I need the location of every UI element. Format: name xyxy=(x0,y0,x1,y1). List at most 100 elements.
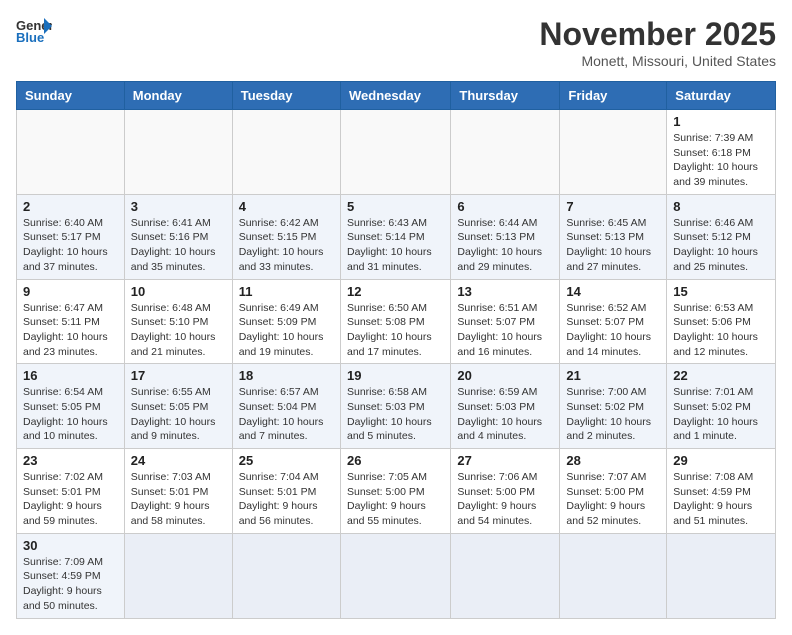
calendar-cell xyxy=(17,110,125,195)
location-title: Monett, Missouri, United States xyxy=(539,53,776,69)
weekday-header-monday: Monday xyxy=(124,82,232,110)
logo: General Blue xyxy=(16,16,52,44)
day-info: Sunrise: 6:57 AM Sunset: 5:04 PM Dayligh… xyxy=(239,385,334,444)
day-info: Sunrise: 7:08 AM Sunset: 4:59 PM Dayligh… xyxy=(673,470,769,529)
day-info: Sunrise: 6:44 AM Sunset: 5:13 PM Dayligh… xyxy=(457,216,553,275)
day-info: Sunrise: 6:43 AM Sunset: 5:14 PM Dayligh… xyxy=(347,216,444,275)
day-number: 6 xyxy=(457,199,553,214)
calendar-cell: 20 Sunrise: 6:59 AM Sunset: 5:03 PM Dayli… xyxy=(451,364,560,449)
day-info: Sunrise: 6:47 AM Sunset: 5:11 PM Dayligh… xyxy=(23,301,118,360)
calendar-cell: 28 Sunrise: 7:07 AM Sunset: 5:00 PM Dayli… xyxy=(560,449,667,534)
weekday-header-row: SundayMondayTuesdayWednesdayThursdayFrid… xyxy=(17,82,776,110)
day-number: 10 xyxy=(131,284,226,299)
day-number: 8 xyxy=(673,199,769,214)
day-number: 24 xyxy=(131,453,226,468)
calendar-cell: 26Sunrise: 7:05 AM Sunset: 5:00 PM Dayli… xyxy=(340,449,450,534)
weekday-header-tuesday: Tuesday xyxy=(232,82,340,110)
day-number: 11 xyxy=(239,284,334,299)
day-info: Sunrise: 6:40 AM Sunset: 5:17 PM Dayligh… xyxy=(23,216,118,275)
day-info: Sunrise: 6:46 AM Sunset: 5:12 PM Dayligh… xyxy=(673,216,769,275)
day-number: 17 xyxy=(131,368,226,383)
calendar-cell: 27 Sunrise: 7:06 AM Sunset: 5:00 PM Dayli… xyxy=(451,449,560,534)
day-number: 16 xyxy=(23,368,118,383)
calendar-week-row: 2 Sunrise: 6:40 AM Sunset: 5:17 PM Daylig… xyxy=(17,194,776,279)
day-number: 20 xyxy=(457,368,553,383)
day-number: 5 xyxy=(347,199,444,214)
day-info: Sunrise: 6:58 AM Sunset: 5:03 PM Dayligh… xyxy=(347,385,444,444)
day-info: Sunrise: 6:53 AM Sunset: 5:06 PM Dayligh… xyxy=(673,301,769,360)
calendar-cell xyxy=(340,110,450,195)
day-number: 3 xyxy=(131,199,226,214)
calendar-cell: 7 Sunrise: 6:45 AM Sunset: 5:13 PM Daylig… xyxy=(560,194,667,279)
calendar-table: SundayMondayTuesdayWednesdayThursdayFrid… xyxy=(16,81,776,619)
day-number: 13 xyxy=(457,284,553,299)
calendar-cell: 29 Sunrise: 7:08 AM Sunset: 4:59 PM Dayli… xyxy=(667,449,776,534)
day-number: 30 xyxy=(23,538,118,553)
calendar-cell: 3 Sunrise: 6:41 AM Sunset: 5:16 PM Daylig… xyxy=(124,194,232,279)
calendar-cell xyxy=(124,533,232,618)
calendar-cell: 30 Sunrise: 7:09 AM Sunset: 4:59 PM Dayli… xyxy=(17,533,125,618)
day-info: Sunrise: 7:03 AM Sunset: 5:01 PM Dayligh… xyxy=(131,470,226,529)
day-info: Sunrise: 6:45 AM Sunset: 5:13 PM Dayligh… xyxy=(566,216,660,275)
day-number: 27 xyxy=(457,453,553,468)
calendar-cell: 18Sunrise: 6:57 AM Sunset: 5:04 PM Dayli… xyxy=(232,364,340,449)
day-info: Sunrise: 7:06 AM Sunset: 5:00 PM Dayligh… xyxy=(457,470,553,529)
calendar-cell: 14Sunrise: 6:52 AM Sunset: 5:07 PM Dayli… xyxy=(560,279,667,364)
day-info: Sunrise: 6:59 AM Sunset: 5:03 PM Dayligh… xyxy=(457,385,553,444)
day-number: 9 xyxy=(23,284,118,299)
calendar-cell: 16Sunrise: 6:54 AM Sunset: 5:05 PM Dayli… xyxy=(17,364,125,449)
calendar-week-row: 30 Sunrise: 7:09 AM Sunset: 4:59 PM Dayli… xyxy=(17,533,776,618)
logo-svg: General Blue xyxy=(16,16,52,44)
day-number: 4 xyxy=(239,199,334,214)
day-info: Sunrise: 6:41 AM Sunset: 5:16 PM Dayligh… xyxy=(131,216,226,275)
header: General Blue November 2025 Monett, Misso… xyxy=(16,16,776,69)
calendar-cell: 12Sunrise: 6:50 AM Sunset: 5:08 PM Dayli… xyxy=(340,279,450,364)
day-info: Sunrise: 7:39 AM Sunset: 6:18 PM Dayligh… xyxy=(673,131,769,190)
calendar-cell: 25 Sunrise: 7:04 AM Sunset: 5:01 PM Dayli… xyxy=(232,449,340,534)
calendar-cell: 11Sunrise: 6:49 AM Sunset: 5:09 PM Dayli… xyxy=(232,279,340,364)
calendar-cell: 24 Sunrise: 7:03 AM Sunset: 5:01 PM Dayli… xyxy=(124,449,232,534)
day-info: Sunrise: 7:01 AM Sunset: 5:02 PM Dayligh… xyxy=(673,385,769,444)
day-info: Sunrise: 7:00 AM Sunset: 5:02 PM Dayligh… xyxy=(566,385,660,444)
day-info: Sunrise: 7:09 AM Sunset: 4:59 PM Dayligh… xyxy=(23,555,118,614)
month-title: November 2025 xyxy=(539,16,776,53)
day-info: Sunrise: 7:04 AM Sunset: 5:01 PM Dayligh… xyxy=(239,470,334,529)
day-number: 25 xyxy=(239,453,334,468)
calendar-cell xyxy=(451,533,560,618)
svg-text:Blue: Blue xyxy=(16,30,44,44)
calendar-week-row: 9 Sunrise: 6:47 AM Sunset: 5:11 PM Daylig… xyxy=(17,279,776,364)
calendar-cell: 21 Sunrise: 7:00 AM Sunset: 5:02 PM Dayli… xyxy=(560,364,667,449)
day-info: Sunrise: 7:05 AM Sunset: 5:00 PM Dayligh… xyxy=(347,470,444,529)
weekday-header-friday: Friday xyxy=(560,82,667,110)
day-number: 15 xyxy=(673,284,769,299)
calendar-cell xyxy=(340,533,450,618)
weekday-header-sunday: Sunday xyxy=(17,82,125,110)
calendar-cell: 6 Sunrise: 6:44 AM Sunset: 5:13 PM Daylig… xyxy=(451,194,560,279)
weekday-header-saturday: Saturday xyxy=(667,82,776,110)
calendar-cell xyxy=(232,110,340,195)
day-number: 22 xyxy=(673,368,769,383)
day-number: 28 xyxy=(566,453,660,468)
day-number: 14 xyxy=(566,284,660,299)
day-number: 19 xyxy=(347,368,444,383)
calendar-cell: 8 Sunrise: 6:46 AM Sunset: 5:12 PM Daylig… xyxy=(667,194,776,279)
calendar-cell xyxy=(560,110,667,195)
day-info: Sunrise: 7:02 AM Sunset: 5:01 PM Dayligh… xyxy=(23,470,118,529)
calendar-week-row: 23Sunrise: 7:02 AM Sunset: 5:01 PM Dayli… xyxy=(17,449,776,534)
calendar-cell: 5 Sunrise: 6:43 AM Sunset: 5:14 PM Daylig… xyxy=(340,194,450,279)
day-info: Sunrise: 6:42 AM Sunset: 5:15 PM Dayligh… xyxy=(239,216,334,275)
day-number: 2 xyxy=(23,199,118,214)
day-number: 29 xyxy=(673,453,769,468)
calendar-cell: 22 Sunrise: 7:01 AM Sunset: 5:02 PM Dayli… xyxy=(667,364,776,449)
day-info: Sunrise: 6:51 AM Sunset: 5:07 PM Dayligh… xyxy=(457,301,553,360)
calendar-cell: 9 Sunrise: 6:47 AM Sunset: 5:11 PM Daylig… xyxy=(17,279,125,364)
calendar-cell: 17 Sunrise: 6:55 AM Sunset: 5:05 PM Dayli… xyxy=(124,364,232,449)
day-info: Sunrise: 6:55 AM Sunset: 5:05 PM Dayligh… xyxy=(131,385,226,444)
day-info: Sunrise: 7:07 AM Sunset: 5:00 PM Dayligh… xyxy=(566,470,660,529)
calendar-cell: 10Sunrise: 6:48 AM Sunset: 5:10 PM Dayli… xyxy=(124,279,232,364)
calendar-week-row: 1Sunrise: 7:39 AM Sunset: 6:18 PM Daylig… xyxy=(17,110,776,195)
calendar-cell xyxy=(451,110,560,195)
day-number: 21 xyxy=(566,368,660,383)
calendar-cell: 2 Sunrise: 6:40 AM Sunset: 5:17 PM Daylig… xyxy=(17,194,125,279)
day-number: 7 xyxy=(566,199,660,214)
